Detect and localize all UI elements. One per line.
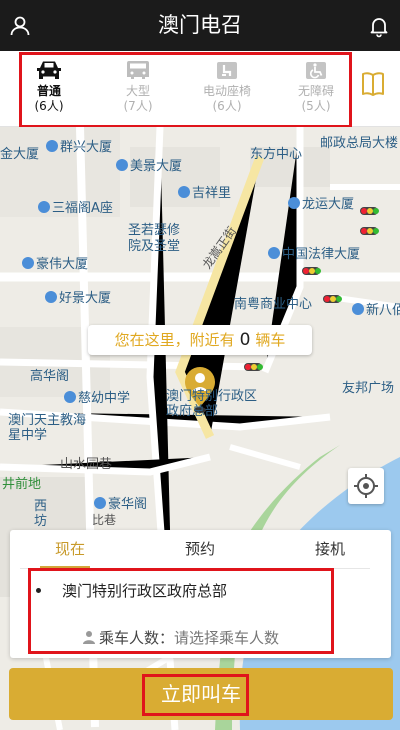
map-label: 圣若瑟修院及圣堂 <box>128 223 181 254</box>
traffic-light-icon <box>323 295 342 303</box>
traffic-light-icon <box>360 227 379 235</box>
map-label: 高华阁 <box>30 369 70 384</box>
tab-airport-pickup[interactable]: 接机 <box>280 536 380 562</box>
traffic-light-icon <box>244 363 263 371</box>
person-icon <box>83 631 95 644</box>
map-label: 龙运大厦 <box>288 193 354 212</box>
locate-me-button[interactable] <box>348 468 384 504</box>
traffic-light-icon <box>302 267 321 275</box>
nearby-count: 0 <box>239 330 251 350</box>
map-label: 邮政总局大楼 <box>320 136 399 151</box>
vehicle-tab-label: 大型 <box>125 84 150 98</box>
vehicle-capacity: (6人) <box>212 99 242 113</box>
van-icon <box>127 61 149 79</box>
tab-reserve[interactable]: 预约 <box>150 536 250 562</box>
vehicle-tab-accessible[interactable]: 无障碍 (5人) <box>276 59 356 114</box>
map-label: 慈幼中学 <box>64 387 130 406</box>
nearby-prefix: 您在这里，附近有 <box>114 331 235 349</box>
map-label: 吉祥里 <box>178 182 231 201</box>
map-label: 澳门天主教海星中学 <box>8 413 87 443</box>
vehicle-tab-label: 无障碍 <box>297 84 334 98</box>
map-label: 澳门特别行政区政府总部 <box>166 389 258 419</box>
nearby-suffix: 辆车 <box>255 331 286 349</box>
tab-now[interactable]: 现在 <box>20 536 120 562</box>
bell-icon[interactable] <box>367 14 391 38</box>
map-label: 中国法律大厦 <box>268 243 360 262</box>
car-front-icon <box>37 61 61 79</box>
map-label: 豪伟大厦 <box>22 253 88 272</box>
vehicle-tab-large[interactable]: 大型 (7人) <box>98 59 178 114</box>
map-label: 金大厦 <box>0 147 40 162</box>
book-icon[interactable] <box>360 70 386 102</box>
wheelchair-icon <box>306 62 326 79</box>
map-label: 豪华阁 <box>94 493 147 512</box>
map-label: 友邦广场 <box>342 381 395 396</box>
map-label: 美景大厦 <box>116 155 182 174</box>
destination-field[interactable]: 澳门特别行政区政府总部 <box>62 580 227 601</box>
vehicle-tab-standard[interactable]: 普通 (6人) <box>9 59 89 114</box>
map-label: 山水园巷 <box>60 457 113 472</box>
passenger-label: 乘车人数： <box>99 629 175 647</box>
vehicle-tab-label: 电动座椅 <box>202 84 251 98</box>
app-header: 澳门电召 <box>0 0 400 51</box>
vehicle-tab-label: 普通 <box>36 84 61 98</box>
destination-dot <box>36 588 41 593</box>
passenger-count-field[interactable]: 乘车人数：请选择乘车人数 <box>82 627 279 648</box>
power-seat-icon <box>217 62 237 79</box>
map-label: 群兴大厦 <box>46 136 112 155</box>
vehicle-capacity: (6人) <box>34 99 64 113</box>
app-title: 澳门电召 <box>158 13 242 37</box>
crosshair-icon <box>354 474 378 498</box>
call-taxi-label: 立即叫车 <box>161 682 241 706</box>
passenger-placeholder: 请选择乘车人数 <box>174 629 280 647</box>
vehicle-type-bar: 普通 (6人) 大型 (7人) 电动座椅 (6人) 无障碍 (5人) <box>0 51 400 127</box>
map-label: 东方中心 <box>250 147 303 162</box>
traffic-light-icon <box>360 207 379 215</box>
nearby-cars-banner: 您在这里，附近有 0 辆车 <box>88 325 312 355</box>
map-label: 比巷 <box>92 513 117 527</box>
vehicle-capacity: (7人) <box>123 99 153 113</box>
map-label: 南粤商业中心 <box>234 297 313 312</box>
map-label: 西坊 <box>34 499 48 529</box>
divider <box>20 568 370 569</box>
map-label: 好景大厦 <box>45 287 111 306</box>
map-label: 新八佰伴 <box>352 299 400 318</box>
vehicle-tab-power-seat[interactable]: 电动座椅 (6人) <box>187 59 267 114</box>
call-taxi-button[interactable]: 立即叫车 <box>9 668 393 720</box>
map-label: 井前地 <box>2 477 42 492</box>
vehicle-capacity: (5人) <box>301 99 331 113</box>
map-label: 三福阁A座 <box>38 197 113 216</box>
